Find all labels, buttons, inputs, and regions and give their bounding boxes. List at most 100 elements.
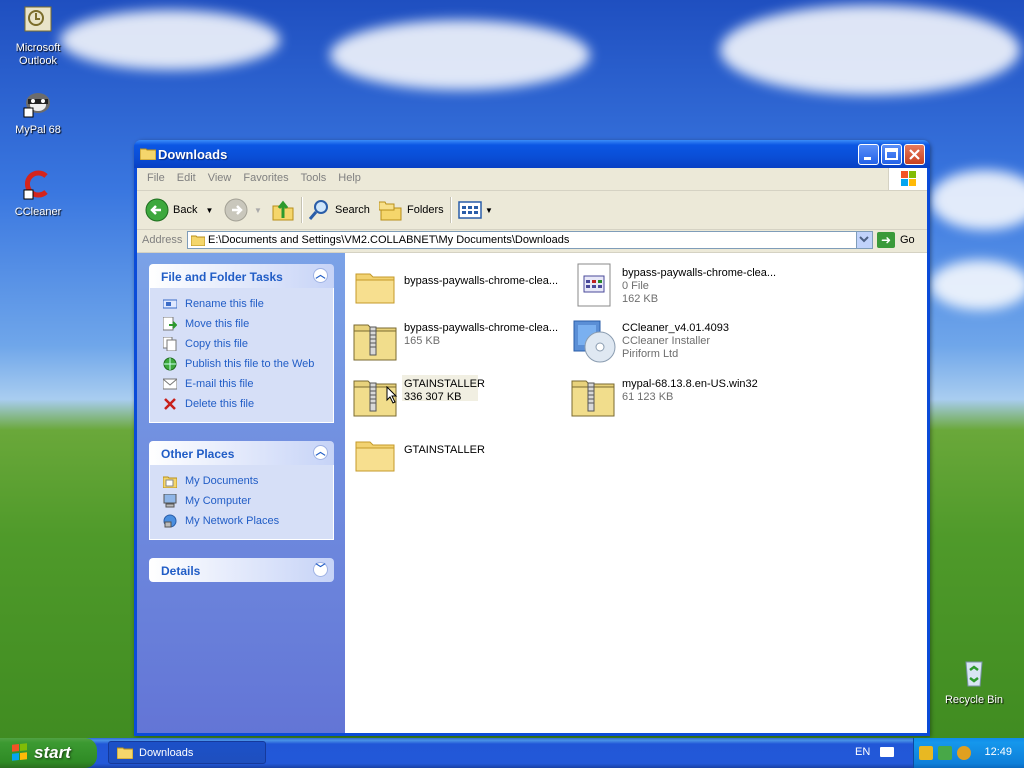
search-button[interactable]: Search: [307, 196, 370, 224]
clock: 12:49: [984, 746, 1012, 758]
minimize-button[interactable]: [858, 144, 879, 165]
windows-flag-icon: [901, 171, 916, 186]
address-path: E:\Documents and Settings\VM2.COLLABNET\…: [208, 234, 570, 246]
collapse-chevron-icon[interactable]: ︿: [313, 268, 328, 283]
menu-tools[interactable]: Tools: [295, 168, 333, 184]
zip-folder-icon: [571, 380, 615, 417]
task-delete[interactable]: Delete this file: [150, 394, 333, 414]
menu-edit[interactable]: Edit: [171, 168, 202, 184]
task-publish[interactable]: Publish this file to the Web: [150, 354, 333, 374]
file-item[interactable]: CCleaner_v4.01.4093 CCleaner Installer P…: [566, 313, 776, 365]
place-label: My Computer: [185, 495, 252, 507]
panel-title: Other Places: [161, 447, 235, 461]
place-my-computer[interactable]: My Computer: [150, 491, 333, 511]
back-dropdown-icon[interactable]: ▼: [205, 206, 213, 215]
toolbar: Back ▼ ▼ Search Folders ▼: [137, 191, 927, 230]
panel-header[interactable]: Other Places ︿: [149, 441, 334, 465]
start-label: start: [34, 743, 71, 762]
menu-bar: File Edit View Favorites Tools Help: [137, 168, 927, 191]
file-item[interactable]: bypass-paywalls-chrome-clea...: [348, 258, 558, 310]
task-move[interactable]: Move this file: [150, 314, 333, 334]
panel-header[interactable]: Details ﹀: [149, 558, 334, 582]
taskbar-button-downloads[interactable]: Downloads: [108, 741, 266, 764]
network-icon[interactable]: [938, 746, 952, 760]
place-my-documents[interactable]: My Documents: [150, 471, 333, 491]
forward-button[interactable]: ▼: [224, 196, 262, 224]
windows-flag-icon: [12, 743, 27, 761]
folder-icon: [355, 441, 395, 472]
forward-dropdown-icon[interactable]: ▼: [254, 206, 262, 215]
delete-x-icon: [162, 396, 178, 412]
up-folder-button[interactable]: [271, 196, 295, 224]
collapse-chevron-icon[interactable]: ︿: [313, 445, 328, 460]
menu-help[interactable]: Help: [332, 168, 367, 184]
file-item[interactable]: bypass-paywalls-chrome-clea... 0 File 16…: [566, 258, 776, 310]
file-size: 165 KB: [404, 335, 441, 347]
file-item[interactable]: bypass-paywalls-chrome-clea... 165 KB: [348, 313, 558, 365]
address-dropdown-button[interactable]: [856, 232, 872, 248]
toolbar-separator: [301, 197, 303, 223]
go-button[interactable]: ➜ Go: [877, 232, 915, 248]
move-icon: [162, 316, 178, 332]
keyboard-icon[interactable]: [880, 747, 894, 757]
expand-chevron-icon[interactable]: ﹀: [313, 562, 328, 577]
menu-file[interactable]: File: [141, 168, 171, 184]
file-name: bypass-paywalls-chrome-clea...: [404, 275, 559, 287]
other-places-panel: Other Places ︿ My Documents My Computer: [149, 441, 334, 540]
views-dropdown-icon[interactable]: ▼: [485, 206, 493, 215]
task-label: Publish this file to the Web: [185, 358, 315, 370]
desktop-icon-outlook[interactable]: Microsoft Outlook: [0, 4, 76, 68]
up-folder-icon: [272, 200, 294, 221]
place-my-network[interactable]: My Network Places: [150, 511, 333, 531]
panel-title: File and Folder Tasks: [161, 270, 283, 284]
start-button[interactable]: start: [0, 738, 97, 768]
maximize-icon: [885, 148, 898, 160]
folder-icon: [117, 747, 133, 759]
search-tray-icon[interactable]: [957, 746, 971, 760]
task-rename[interactable]: Rename this file: [150, 294, 333, 314]
desktop-icon-ccleaner[interactable]: CCleaner: [0, 168, 76, 219]
menu-view[interactable]: View: [202, 168, 238, 184]
file-item[interactable]: mypal-68.13.8.en-US.win32 61 123 KB: [566, 369, 776, 421]
menu-favorites[interactable]: Favorites: [237, 168, 294, 184]
explorer-window: Downloads File Edit View Favorites Tools Help: [134, 140, 930, 736]
rename-icon: [162, 296, 178, 312]
recycle-bin-icon: [965, 661, 983, 687]
desktop-icon-label: MyPal 68: [15, 124, 61, 136]
chevron-down-icon: [859, 236, 869, 243]
desktop-icon-recycle-bin[interactable]: Recycle Bin: [936, 656, 1012, 707]
views-grid-icon: [458, 201, 482, 219]
desktop-icon-mypal[interactable]: MyPal 68: [0, 86, 76, 137]
file-item[interactable]: GTAINSTALLER: [348, 426, 558, 478]
copy-icon: [162, 336, 178, 352]
taskbar: start Downloads EN 12:49: [0, 738, 1024, 768]
task-email[interactable]: E-mail this file: [150, 374, 333, 394]
folders-button[interactable]: Folders: [379, 196, 444, 224]
panel-title: Details: [161, 564, 201, 578]
title-bar[interactable]: Downloads: [134, 140, 930, 168]
language-indicator[interactable]: EN: [855, 746, 870, 758]
window-title: Downloads: [158, 147, 228, 162]
folder-icon: [191, 235, 205, 246]
go-label: Go: [900, 234, 915, 246]
maximize-button[interactable]: [881, 144, 902, 165]
document-icon: [577, 263, 611, 307]
taskbar-button-label: Downloads: [139, 746, 194, 759]
task-copy[interactable]: Copy this file: [150, 334, 333, 354]
file-size: 162 KB: [622, 293, 659, 305]
forward-arrow-icon: [224, 198, 248, 222]
file-size: 61 123 KB: [622, 391, 674, 403]
my-documents-icon: [162, 473, 178, 489]
address-input[interactable]: E:\Documents and Settings\VM2.COLLABNET\…: [187, 231, 873, 249]
close-button[interactable]: [904, 144, 925, 165]
security-shield-icon[interactable]: [919, 746, 933, 760]
task-label: Delete this file: [185, 398, 255, 410]
address-bar: Address E:\Documents and Settings\VM2.CO…: [137, 230, 927, 253]
file-item[interactable]: GTAINSTALLER 336 307 KB: [348, 369, 558, 421]
file-name: bypass-paywalls-chrome-clea...: [404, 322, 559, 334]
back-button[interactable]: Back ▼: [145, 196, 213, 224]
views-button[interactable]: ▼: [458, 196, 493, 224]
panel-header[interactable]: File and Folder Tasks ︿: [149, 264, 334, 288]
go-arrow-icon: ➜: [877, 232, 895, 248]
place-label: My Network Places: [185, 515, 280, 527]
